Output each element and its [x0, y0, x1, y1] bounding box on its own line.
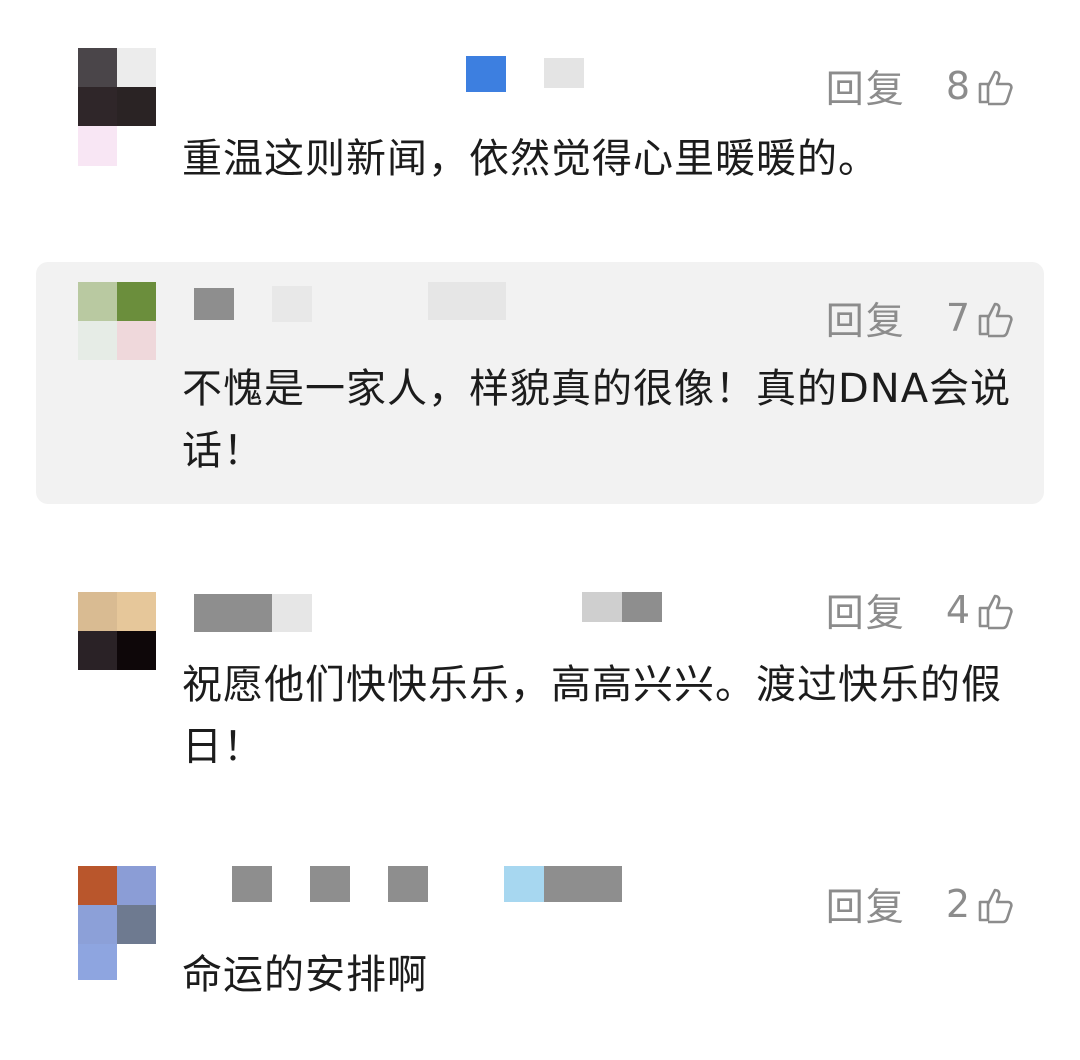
avatar[interactable]: [78, 592, 156, 670]
user-badge-redacted: [544, 866, 622, 902]
reply-button[interactable]: 回复: [826, 58, 906, 113]
like-count: 8: [945, 63, 972, 108]
reply-button[interactable]: 回复: [826, 582, 906, 637]
username-redacted[interactable]: [466, 56, 506, 92]
username-redacted[interactable]: [232, 866, 272, 902]
like-count: 7: [945, 295, 972, 340]
user-badge-redacted: [504, 866, 544, 902]
comment-actions: 回复 2: [826, 876, 1016, 931]
comment-text: 命运的安排啊: [182, 952, 428, 998]
comment-text: 不愧是一家人，样貌真的很像！真的DNA会说话！: [182, 366, 1012, 474]
user-badge-redacted: [544, 58, 584, 88]
comment-actions: 回复 4: [826, 582, 1016, 637]
user-badge-redacted: [428, 282, 506, 320]
like-count: 2: [945, 881, 972, 926]
username-redacted: [272, 594, 312, 632]
username-redacted: [310, 866, 350, 902]
thumbs-up-icon[interactable]: [976, 298, 1016, 338]
comment-actions: 回复 8: [826, 58, 1016, 113]
user-badge-redacted: [582, 592, 622, 622]
avatar[interactable]: [78, 866, 156, 980]
like-count: 4: [945, 587, 972, 632]
avatar[interactable]: [78, 48, 156, 166]
user-badge-redacted: [622, 592, 662, 622]
username-redacted: [388, 866, 428, 902]
reply-button[interactable]: 回复: [826, 290, 906, 345]
comment-text: 祝愿他们快快乐乐，高高兴兴。渡过快乐的假日！: [182, 662, 1002, 770]
comment-actions: 回复 7: [826, 290, 1016, 345]
thumbs-up-icon[interactable]: [976, 590, 1016, 630]
avatar[interactable]: [78, 282, 156, 360]
comment-text: 重温这则新闻，依然觉得心里暖暖的。: [182, 136, 879, 182]
thumbs-up-icon[interactable]: [976, 884, 1016, 924]
username-redacted: [272, 286, 312, 322]
username-redacted[interactable]: [194, 288, 234, 320]
thumbs-up-icon[interactable]: [976, 66, 1016, 106]
reply-button[interactable]: 回复: [826, 876, 906, 931]
username-redacted[interactable]: [194, 594, 272, 632]
